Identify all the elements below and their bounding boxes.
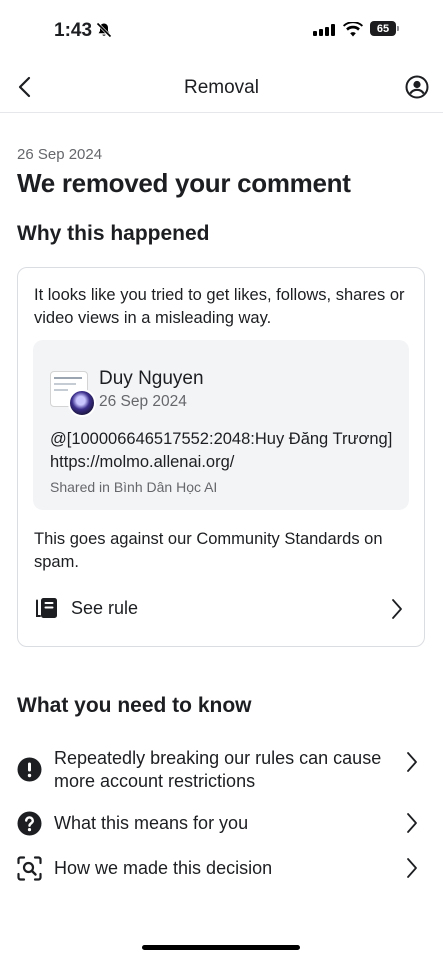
know-item-label: Repeatedly breaking our rules can cause …	[54, 748, 382, 791]
reason-text: It looks like you tried to get likes, fo…	[34, 286, 405, 327]
question-circle-icon	[17, 811, 42, 836]
know-item-label: How we made this decision	[54, 858, 273, 878]
what-you-need-to-know-heading: What you need to know	[17, 694, 252, 717]
home-indicator[interactable]	[142, 945, 300, 950]
chevron-right-icon	[407, 858, 417, 878]
status-bar: 1:43 65	[0, 0, 443, 60]
battery-icon: 65	[370, 21, 396, 36]
page-title: Removal	[184, 77, 259, 98]
shared-in-group: Shared in Bình Dân Học AI	[50, 479, 218, 495]
removal-date: 26 Sep 2024	[17, 146, 103, 163]
community-standards-text: This goes against our Community Standard…	[34, 530, 383, 571]
account-restrictions-item[interactable]: Repeatedly breaking our rules can cause …	[0, 746, 443, 794]
chevron-right-icon	[392, 599, 402, 619]
see-rule-button[interactable]: See rule	[18, 586, 424, 630]
chevron-right-icon	[407, 752, 417, 772]
battery-tip	[397, 26, 399, 31]
rule-book-icon	[36, 598, 57, 618]
comment-text: @[100006646517552:2048:Huy Đăng Trương] …	[50, 430, 393, 471]
comment-author: Duy Nguyen	[99, 368, 204, 389]
wifi-icon	[343, 22, 363, 37]
removal-headline: We removed your comment	[17, 168, 351, 198]
account-icon[interactable]	[405, 75, 429, 99]
why-heading: Why this happened	[17, 222, 210, 245]
chevron-right-icon	[407, 813, 417, 833]
what-this-means-item[interactable]: What this means for you	[0, 810, 443, 838]
know-item-label: What this means for you	[54, 813, 249, 833]
status-time: 1:43	[54, 20, 93, 41]
avatar	[68, 389, 96, 417]
silent-bell-icon	[96, 22, 112, 38]
how-we-decided-item[interactable]: How we made this decision	[0, 854, 443, 884]
navigation-header: Removal	[0, 62, 443, 113]
exclamation-circle-icon	[17, 757, 42, 782]
removed-comment-preview: Duy Nguyen 26 Sep 2024 @[100006646517552…	[33, 340, 409, 510]
comment-date: 26 Sep 2024	[99, 393, 187, 410]
reason-card: It looks like you tried to get likes, fo…	[17, 267, 425, 647]
search-scan-icon	[17, 856, 42, 881]
see-rule-label: See rule	[71, 598, 139, 618]
cellular-signal-icon	[313, 24, 335, 36]
